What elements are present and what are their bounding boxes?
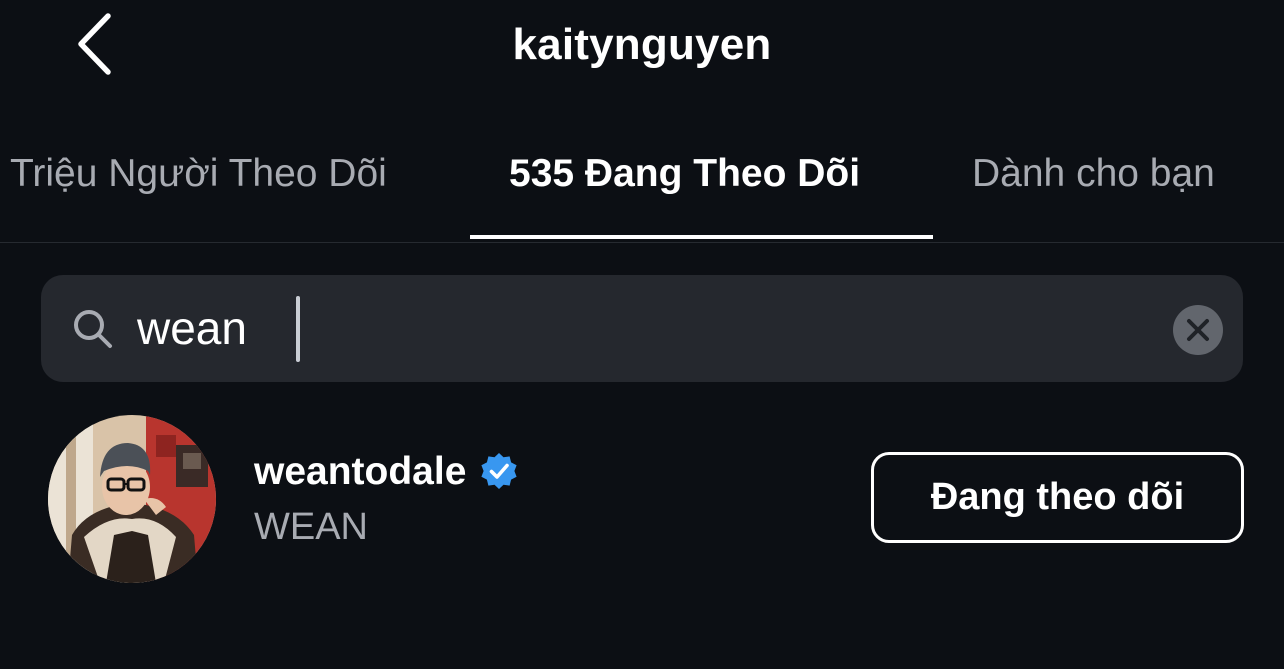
tab-following[interactable]: 535 Đang Theo Dõi <box>509 152 860 196</box>
search-bar[interactable] <box>41 275 1243 382</box>
verified-badge-icon <box>481 453 517 489</box>
page-title: kaitynguyen <box>512 20 772 69</box>
clear-search-button[interactable] <box>1173 305 1223 355</box>
avatar-photo <box>48 415 216 583</box>
tab-followers[interactable]: Triệu Người Theo Dõi <box>10 152 387 196</box>
active-tab-indicator <box>470 235 933 239</box>
text-caret <box>296 296 300 362</box>
username-row: weantodale <box>254 448 520 496</box>
close-icon <box>1187 319 1209 341</box>
search-input[interactable] <box>137 293 1087 363</box>
tab-for-you[interactable]: Dành cho bạn <box>972 152 1215 196</box>
list-item[interactable]: weantodale WEAN Đang theo dõi <box>0 410 1284 590</box>
avatar[interactable] <box>48 415 216 583</box>
username[interactable]: weantodale <box>254 450 466 494</box>
full-name: WEAN <box>254 506 368 548</box>
top-bar: kaitynguyen <box>0 0 1284 100</box>
search-icon <box>74 310 112 348</box>
following-button[interactable]: Đang theo dõi <box>871 452 1244 543</box>
tab-bar: Triệu Người Theo Dõi 535 Đang Theo Dõi D… <box>0 138 1284 243</box>
